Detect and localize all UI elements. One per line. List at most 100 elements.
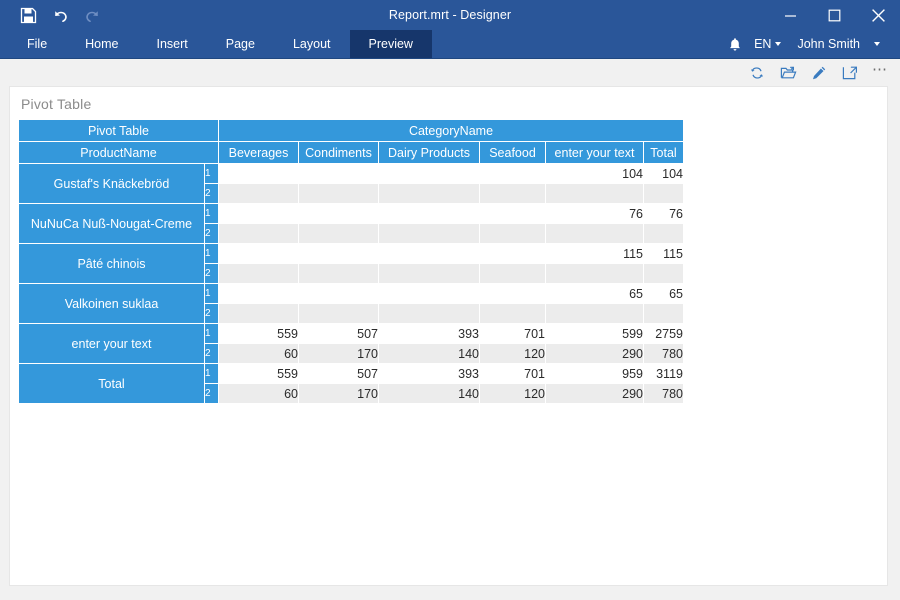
pivot-subrow-index: 1 <box>204 243 219 264</box>
edit-button[interactable] <box>810 64 828 82</box>
pivot-cell <box>479 263 546 284</box>
pivot-column-header: Dairy Products <box>378 141 480 164</box>
pivot-cell: 559 <box>218 363 299 384</box>
more-button[interactable]: ⋯ <box>872 62 888 81</box>
pivot-cell <box>479 283 546 304</box>
pivot-subrow-index: 1 <box>204 323 219 344</box>
pivot-cell: 115 <box>643 243 684 264</box>
pivot-cell: 120 <box>479 383 546 404</box>
pivot-cell: 559 <box>218 323 299 344</box>
redo-icon[interactable] <box>81 4 103 26</box>
pivot-row: Pâté chinois 1 115 115 <box>18 243 684 284</box>
report-page: Pivot Table Pivot Table CategoryName Pro… <box>10 87 887 585</box>
pivot-cell <box>378 223 480 244</box>
tab-home[interactable]: Home <box>66 30 137 58</box>
pivot-column-header: Condiments <box>298 141 379 164</box>
pivot-row-label: enter your text <box>18 323 205 364</box>
pivot-cell <box>479 183 546 204</box>
pivot-total-row: Total 1 559 507 393 701 959 3119 <box>18 363 684 404</box>
pivot-cell <box>298 183 379 204</box>
pivot-cell <box>479 223 546 244</box>
pivot-cell <box>643 263 684 284</box>
pivot-cell: 76 <box>643 203 684 224</box>
open-button[interactable] <box>779 64 797 82</box>
undo-icon[interactable] <box>49 4 71 26</box>
pivot-subrow-index: 2 <box>204 343 219 364</box>
pivot-column-header: Beverages <box>218 141 299 164</box>
language-selector[interactable]: EN <box>748 37 789 51</box>
pivot-subrow-index: 2 <box>204 223 219 244</box>
pivot-subrow-index: 1 <box>204 203 219 224</box>
pivot-cell: 76 <box>545 203 644 224</box>
fullscreen-button[interactable] <box>841 64 859 82</box>
pivot-cell <box>378 203 480 224</box>
pivot-cell <box>378 263 480 284</box>
ribbon-tabs: File Home Insert Page Layout Preview <box>0 30 432 58</box>
pivot-cell <box>298 303 379 324</box>
pivot-cell <box>218 303 299 324</box>
pivot-row-label: Pâté chinois <box>18 243 205 284</box>
pivot-corner-label: Pivot Table <box>18 119 219 142</box>
tab-layout[interactable]: Layout <box>274 30 350 58</box>
pivot-cell <box>218 243 299 264</box>
pivot-row-field-label: ProductName <box>18 141 219 164</box>
pivot-column-header: Total <box>643 141 684 164</box>
page-title: Pivot Table <box>21 96 92 112</box>
pivot-cell: 60 <box>218 343 299 364</box>
bell-icon[interactable] <box>722 31 748 57</box>
tab-file[interactable]: File <box>8 30 66 58</box>
minimize-button[interactable] <box>768 0 812 30</box>
pivot-cell <box>298 223 379 244</box>
pivot-row: NuNuCa Nuß-Nougat-Creme 1 76 76 <box>18 203 684 244</box>
pivot-cell: 2759 <box>643 323 684 344</box>
pivot-cell <box>298 243 379 264</box>
chevron-down-icon <box>874 42 880 46</box>
pivot-cell <box>643 303 684 324</box>
pivot-cell: 65 <box>545 283 644 304</box>
pivot-cell: 140 <box>378 343 480 364</box>
pivot-cell <box>378 243 480 264</box>
save-icon[interactable] <box>17 4 39 26</box>
tab-preview[interactable]: Preview <box>349 30 432 58</box>
pivot-column-header: Seafood <box>479 141 546 164</box>
refresh-button[interactable] <box>748 64 766 82</box>
pivot-cell: 115 <box>545 243 644 264</box>
pivot-cell: 701 <box>479 363 546 384</box>
pivot-cell: 780 <box>643 383 684 404</box>
pivot-header-row-2: ProductName Beverages Condiments Dairy P… <box>18 141 684 164</box>
pivot-cell <box>218 203 299 224</box>
ribbon-tab-bar: File Home Insert Page Layout Preview EN … <box>0 30 900 58</box>
user-menu[interactable]: John Smith <box>789 37 866 51</box>
pivot-row: enter your text 1 559 507 393 701 599 27… <box>18 323 684 364</box>
pivot-cell <box>479 243 546 264</box>
pivot-cell <box>218 163 299 184</box>
pivot-cell: 290 <box>545 343 644 364</box>
tab-insert[interactable]: Insert <box>138 30 207 58</box>
pivot-cell: 3119 <box>643 363 684 384</box>
pivot-cell: 507 <box>298 323 379 344</box>
pivot-cell: 60 <box>218 383 299 404</box>
user-menu-chevron[interactable] <box>866 42 892 46</box>
pivot-cell <box>218 263 299 284</box>
pivot-cell <box>545 263 644 284</box>
close-button[interactable] <box>856 0 900 30</box>
pivot-cell <box>479 163 546 184</box>
pivot-cell <box>218 223 299 244</box>
pivot-cell <box>218 283 299 304</box>
maximize-button[interactable] <box>812 0 856 30</box>
pivot-cell <box>298 203 379 224</box>
pivot-cell: 393 <box>378 363 480 384</box>
language-label: EN <box>754 37 772 51</box>
pivot-cell: 959 <box>545 363 644 384</box>
designer-window: Report.mrt - Designer File Home Insert P… <box>0 0 900 600</box>
pivot-cell <box>298 163 379 184</box>
pivot-cell <box>545 223 644 244</box>
tab-page[interactable]: Page <box>207 30 274 58</box>
pivot-cell: 599 <box>545 323 644 344</box>
pivot-cell <box>298 283 379 304</box>
user-name-label: John Smith <box>797 37 860 51</box>
pivot-cell: 170 <box>298 343 379 364</box>
workspace: ⋯ Pivot Table Pivot Table CategoryName P… <box>0 58 900 600</box>
pivot-subrow-index: 2 <box>204 383 219 404</box>
pivot-header-row-1: Pivot Table CategoryName <box>18 119 684 142</box>
